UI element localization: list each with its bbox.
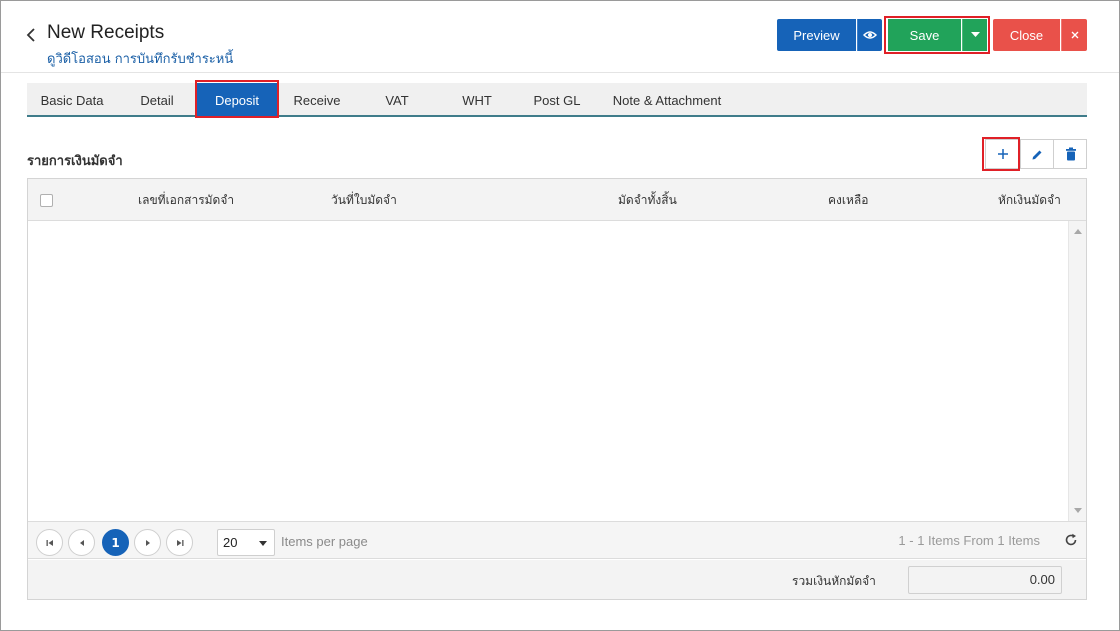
pencil-icon	[1032, 150, 1041, 159]
column-header-remaining[interactable]: คงเหลือ	[828, 179, 868, 221]
trash-icon	[1065, 147, 1076, 161]
page-number-current[interactable]: 1	[102, 529, 129, 556]
column-header-deposit-doc-no[interactable]: เลขที่เอกสารมัดจำ	[138, 179, 234, 221]
next-page-icon	[145, 539, 150, 546]
select-all-checkbox[interactable]	[40, 194, 53, 207]
preview-eye-button[interactable]	[857, 19, 882, 51]
deposit-grid: เลขที่เอกสารมัดจำ วันที่ใบมัดจำ มัดจำทั้…	[27, 178, 1087, 600]
close-x-button[interactable]	[1061, 19, 1087, 51]
tab-note-attachment[interactable]: Note & Attachment	[602, 83, 732, 117]
tab-vat[interactable]: VAT	[357, 83, 437, 117]
delete-button[interactable]	[1053, 140, 1087, 168]
tutorial-video-link[interactable]: ดูวิดีโอสอน การบันทึกรับชำระหนี้	[47, 48, 233, 69]
caret-down-icon	[970, 32, 980, 37]
page-size-value: 20	[223, 535, 238, 550]
eye-icon	[863, 31, 877, 39]
grid-footer: รวมเงินหักมัดจำ 0.00	[28, 560, 1086, 599]
tab-post-gl[interactable]: Post GL	[517, 83, 597, 117]
page-size-select[interactable]: 20	[217, 529, 275, 556]
prev-page-icon	[79, 539, 84, 546]
refresh-icon[interactable]	[1064, 532, 1080, 548]
items-count-info: 1 - 1 Items From 1 Items	[898, 533, 1040, 548]
tab-detail[interactable]: Detail	[117, 83, 197, 117]
vertical-scrollbar[interactable]	[1068, 221, 1086, 521]
add-button-highlight-frame	[982, 137, 1020, 171]
tab-wht[interactable]: WHT	[437, 83, 517, 117]
grid-body	[28, 221, 1086, 521]
column-header-deposit-deduction[interactable]: หักเงินมัดจำ	[998, 179, 1061, 221]
tab-bar: Basic Data Detail Deposit Receive VAT WH…	[27, 83, 1087, 117]
caret-down-icon	[259, 541, 267, 546]
scroll-up-arrow-icon[interactable]	[1074, 229, 1082, 234]
deposit-tab-highlight-frame	[195, 80, 279, 118]
header-divider	[1, 72, 1119, 73]
last-page-icon	[176, 539, 183, 546]
preview-button[interactable]: Preview	[777, 19, 856, 51]
tab-basic-data[interactable]: Basic Data	[27, 83, 117, 117]
save-options-button[interactable]	[962, 19, 987, 51]
section-title: รายการเงินมัดจำ	[27, 154, 123, 169]
page-title: New Receipts	[47, 22, 165, 43]
items-per-page-label: Items per page	[281, 534, 368, 549]
first-page-button[interactable]	[36, 529, 63, 556]
save-button[interactable]: Save	[888, 19, 961, 51]
total-deposit-deduction-label: รวมเงินหักมัดจำ	[792, 574, 876, 588]
scroll-down-arrow-icon[interactable]	[1074, 508, 1082, 513]
column-header-deposit-date[interactable]: วันที่ใบมัดจำ	[331, 179, 397, 221]
close-button[interactable]: Close	[993, 19, 1060, 51]
last-page-button[interactable]	[166, 529, 193, 556]
close-icon	[1071, 31, 1078, 39]
column-header-deposit-total[interactable]: มัดจำทั้งสิ้น	[618, 179, 677, 221]
total-deposit-deduction-value: 0.00	[908, 566, 1062, 594]
back-arrow-icon[interactable]	[24, 25, 40, 45]
tab-receive[interactable]: Receive	[277, 83, 357, 117]
grid-header: เลขที่เอกสารมัดจำ วันที่ใบมัดจำ มัดจำทั้…	[28, 179, 1086, 221]
prev-page-button[interactable]	[68, 529, 95, 556]
first-page-icon	[46, 539, 53, 546]
pager: 1 20 Items per page 1 - 1 Items From 1 I…	[28, 521, 1086, 559]
edit-button[interactable]	[1020, 140, 1053, 168]
next-page-button[interactable]	[134, 529, 161, 556]
